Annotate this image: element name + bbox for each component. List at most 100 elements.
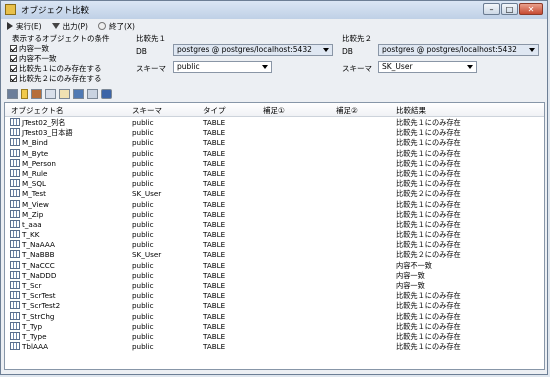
cell-type: TABLE xyxy=(203,209,226,219)
exit-menu[interactable]: 終了(X) xyxy=(97,21,135,32)
col-note2[interactable]: 補足② xyxy=(336,105,358,116)
col-result[interactable]: 比較結果 xyxy=(396,105,426,116)
target2-db-label: DB xyxy=(342,47,353,56)
cell-object-name: M_View xyxy=(22,199,49,209)
col-object-name[interactable]: オブジェクト名 xyxy=(11,105,64,116)
exit-label: 終了(X) xyxy=(108,21,135,31)
cell-object-name: T_Type xyxy=(22,331,47,341)
cell-object-name: t_aaa xyxy=(22,219,42,229)
checkbox-icon[interactable] xyxy=(10,65,17,72)
execute-menu[interactable]: 実行(E) xyxy=(7,21,42,32)
table-row[interactable]: T_NaDDD public TABLE 内容一致 xyxy=(5,270,544,281)
checkbox-only-target2[interactable]: 比較先２にのみ存在する xyxy=(10,73,102,84)
table-icon xyxy=(10,138,20,147)
target2-schema-select[interactable]: SK_User xyxy=(378,61,477,73)
table-row[interactable]: M_Byte public TABLE 比較先１にのみ存在 xyxy=(5,148,544,159)
cell-type: TABLE xyxy=(203,179,226,189)
table-row[interactable]: JTest02_列名 public TABLE 比較先１にのみ存在 xyxy=(5,118,544,128)
view-icon[interactable] xyxy=(45,89,56,99)
cell-result: 比較先１にのみ存在 xyxy=(396,321,461,331)
minimize-button[interactable]: – xyxy=(483,3,500,15)
col-note1[interactable]: 補足① xyxy=(263,105,285,116)
target1-schema-select[interactable]: public xyxy=(173,61,272,73)
table-row[interactable]: M_Rule public TABLE 比較先１にのみ存在 xyxy=(5,168,544,179)
cell-schema: public xyxy=(132,199,154,209)
col-schema[interactable]: スキーマ xyxy=(132,105,162,116)
cell-result: 比較先１にのみ存在 xyxy=(396,240,461,250)
table-icon xyxy=(10,291,20,300)
table-row[interactable]: T_NaAAA public TABLE 比較先１にのみ存在 xyxy=(5,240,544,250)
table-row[interactable]: M_Test SK_User TABLE 比較先２にのみ存在 xyxy=(5,189,544,199)
table-icon[interactable] xyxy=(7,89,18,99)
table-icon xyxy=(10,321,20,330)
table-row[interactable]: T_StrChg public TABLE 比較先１にのみ存在 xyxy=(5,311,544,322)
table-row[interactable]: T_Typ public TABLE 比較先１にのみ存在 xyxy=(5,321,544,332)
cell-schema: public xyxy=(132,209,154,219)
table-row[interactable]: T_ScrTest public TABLE 比較先１にのみ存在 xyxy=(5,291,544,301)
table-row[interactable]: T_KK public TABLE 比較先１にのみ存在 xyxy=(5,230,544,240)
trigger-icon[interactable] xyxy=(87,89,98,99)
table-row[interactable]: M_View public TABLE 比較先１にのみ存在 xyxy=(5,199,544,210)
cell-object-name: M_Zip xyxy=(22,209,44,219)
close-button[interactable]: ✕ xyxy=(519,3,543,15)
cell-object-name: M_Person xyxy=(22,158,56,168)
cell-type: TABLE xyxy=(203,148,226,158)
table-icon xyxy=(10,301,20,310)
window-controls: – □ ✕ xyxy=(483,3,543,15)
cell-result: 比較先１にのみ存在 xyxy=(396,342,461,352)
cell-type: TABLE xyxy=(203,342,226,352)
table-row[interactable]: T_NaBBB SK_User TABLE 比較先２にのみ存在 xyxy=(5,250,544,260)
table-row[interactable]: T_Scr public TABLE 内容一致 xyxy=(5,281,544,291)
table-icon xyxy=(10,209,20,218)
checkbox-icon[interactable] xyxy=(10,45,17,52)
table-row[interactable]: T_Type public TABLE 比較先１にのみ存在 xyxy=(5,331,544,342)
cell-type: TABLE xyxy=(203,240,226,250)
object-compare-window: オブジェクト比較 – □ ✕ 実行(E) 出力(P) 終了(X) 表示するオブジ… xyxy=(0,0,548,375)
table-icon xyxy=(10,158,20,167)
table-row[interactable]: JTest03_日本語 public TABLE 比較先１にのみ存在 xyxy=(5,128,544,138)
execute-label: 実行(E) xyxy=(16,21,42,31)
cell-schema: public xyxy=(132,148,154,158)
output-menu[interactable]: 出力(P) xyxy=(51,21,88,32)
table-row[interactable]: M_Person public TABLE 比較先１にのみ存在 xyxy=(5,158,544,169)
cell-object-name: T_Typ xyxy=(22,321,43,331)
cell-result: 比較先１にのみ存在 xyxy=(396,311,461,321)
cell-schema: public xyxy=(132,168,154,178)
sequence-icon[interactable] xyxy=(59,89,70,99)
table-icon xyxy=(10,128,20,137)
table-row[interactable]: M_Zip public TABLE 比較先１にのみ存在 xyxy=(5,209,544,220)
cell-result: 比較先１にのみ存在 xyxy=(396,219,461,229)
target2-db-select[interactable]: postgres @ postgres/localhost:5432 xyxy=(378,44,539,56)
table-body: JTest02_列名 public TABLE 比較先１にのみ存在 JTest03_日本… xyxy=(5,118,544,352)
cell-object-name: T_Scr xyxy=(22,281,42,290)
cell-result: 内容一致 xyxy=(396,281,425,290)
target1-schema-value: public xyxy=(177,62,200,71)
cell-object-name: T_NaDDD xyxy=(22,270,57,280)
checkbox-icon[interactable] xyxy=(10,55,17,62)
key-icon[interactable] xyxy=(21,89,28,99)
cell-schema: public xyxy=(132,230,154,240)
title-bar[interactable]: オブジェクト比較 – □ ✕ xyxy=(1,1,547,19)
table-icon xyxy=(10,260,20,269)
table-row[interactable]: M_SQL public TABLE 比較先１にのみ存在 xyxy=(5,179,544,189)
chevron-down-icon xyxy=(467,65,473,69)
checkbox-icon[interactable] xyxy=(10,75,17,82)
comparison-table[interactable]: オブジェクト名 スキーマ タイプ 補足① 補足② 比較結果 JTest02_列名… xyxy=(4,102,545,370)
table-row[interactable]: TblAAA public TABLE 比較先１にのみ存在 xyxy=(5,342,544,352)
chevron-down-icon xyxy=(262,65,268,69)
table-row[interactable]: T_NaCCC public TABLE 内容不一致 xyxy=(5,260,544,271)
function-icon[interactable] xyxy=(73,89,84,99)
col-type[interactable]: タイプ xyxy=(203,105,226,116)
cell-result: 比較先１にのみ存在 xyxy=(396,301,461,311)
target1-db-select[interactable]: postgres @ postgres/localhost:5432 xyxy=(173,44,333,56)
table-row[interactable]: t_aaa public TABLE 比較先１にのみ存在 xyxy=(5,219,544,230)
cell-schema: public xyxy=(132,342,154,352)
output-icon xyxy=(51,23,60,29)
table-row[interactable]: M_Bind public TABLE 比較先１にのみ存在 xyxy=(5,138,544,148)
table-row[interactable]: T_ScrTest2 public TABLE 比較先１にのみ存在 xyxy=(5,301,544,311)
target2-label: 比較先２ xyxy=(342,34,372,43)
cell-schema: public xyxy=(132,158,154,168)
index-icon[interactable] xyxy=(31,89,42,99)
package-icon[interactable] xyxy=(101,89,112,99)
maximize-button[interactable]: □ xyxy=(501,3,518,15)
